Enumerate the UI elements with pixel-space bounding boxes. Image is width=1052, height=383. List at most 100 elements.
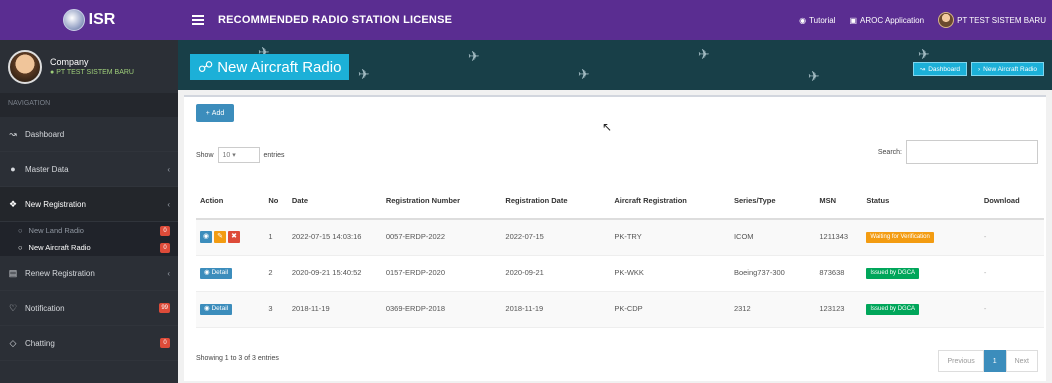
breadcrumb-current: › New Aircraft Radio (971, 62, 1044, 76)
row-msn: 1211343 (815, 219, 863, 256)
application-label: AROC Application (860, 15, 925, 25)
detail-button[interactable]: ◉ Detail (200, 267, 233, 279)
signal-icon: ❖ (8, 198, 18, 209)
registration-table: Action No Date Registration Number Regis… (196, 183, 1044, 328)
col-status[interactable]: Status (862, 183, 980, 220)
col-aircraft-registration[interactable]: Aircraft Registration (610, 183, 730, 220)
avatar (8, 49, 42, 84)
count-badge: 0 (160, 242, 170, 253)
status-cell: Issued by DGCA (862, 291, 980, 328)
chart-icon: ↝ (919, 66, 926, 73)
col-series-type[interactable]: Series/Type (729, 183, 816, 220)
info-icon: ◉ (799, 15, 807, 25)
row-download: - (979, 219, 1044, 256)
plane-icon: ✈ (358, 66, 370, 82)
brand-name: ISR (88, 11, 116, 28)
row-date: 2020-09-21 15:40:52 (287, 255, 382, 292)
page-title-text: New Aircraft Radio (217, 58, 342, 76)
chat-icon: ◇ (9, 337, 17, 348)
add-button[interactable]: + Add (196, 104, 234, 122)
action-cell: ◉ Detail (196, 291, 265, 328)
sidebar-subitem-label: New Land Radio (28, 226, 84, 235)
view-icon[interactable]: ◉ (200, 231, 212, 244)
breadcrumb-label: Dashboard (928, 65, 960, 73)
next-button[interactable]: Next (1005, 350, 1038, 372)
row-series-type: ICOM (729, 219, 816, 256)
page-length-select[interactable]: 10 ▾ (217, 147, 260, 163)
application-link[interactable]: ▣ AROC Application (849, 16, 924, 25)
sidebar-item-label: New Registration (25, 199, 86, 209)
plane-icon: ✈ (918, 46, 930, 62)
row-registration-number: 0057-ERDP-2022 (381, 219, 502, 256)
sidebar-item-label: Notification (25, 303, 65, 313)
sidebar-item-dashboard[interactable]: ↝ Dashboard (0, 117, 178, 152)
entries-label: entries (263, 151, 285, 159)
status-badge: Issued by DGCA (866, 268, 920, 279)
profile-company: ● PT TEST SISTEM BARU (50, 69, 134, 76)
breadcrumb-label: New Aircraft Radio (983, 65, 1037, 73)
col-date[interactable]: Date (287, 183, 382, 220)
sidebar-item-new-registration[interactable]: ❖ New Registration ‹ (0, 187, 178, 222)
data-panel: + Add Show 10 ▾ entries Search: Action N… (184, 95, 1046, 381)
row-series-type: 2312 (729, 291, 816, 328)
plane-icon: ✈ (468, 48, 480, 64)
row-registration-date: 2018-11-19 (501, 291, 611, 328)
previous-button[interactable]: Previous (938, 350, 984, 372)
row-series-type: Boeing737-300 (729, 255, 816, 292)
eye-icon: ◉ (204, 305, 210, 313)
detail-button[interactable]: ◉ Detail (200, 303, 233, 315)
eye-icon: ◉ (204, 269, 210, 277)
tutorial-link[interactable]: ◉ Tutorial (799, 16, 835, 25)
table-row: ◉ Detail 3 2018-11-19 0369-ERDP-2018 201… (196, 291, 1044, 328)
edit-icon[interactable]: ✎ (214, 231, 226, 244)
user-menu[interactable]: PT TEST SISTEM BARU (938, 12, 1046, 28)
sidebar: Company ● PT TEST SISTEM BARU NAVIGATION… (0, 40, 178, 383)
col-msn[interactable]: MSN (815, 183, 863, 220)
action-cell: ◉ Detail (196, 255, 265, 292)
col-registration-number[interactable]: Registration Number (381, 183, 502, 220)
col-registration-date[interactable]: Registration Date (501, 183, 611, 220)
row-aircraft-registration: PK-CDP (610, 291, 730, 328)
sidebar-item-renew-registration[interactable]: ▤ Renew Registration ‹ (0, 256, 178, 291)
breadcrumb-dashboard[interactable]: ↝ Dashboard (912, 62, 967, 76)
page-title: ☍ New Aircraft Radio (190, 54, 350, 80)
row-number: 1 (264, 219, 288, 256)
mouse-cursor-icon: ↖ (602, 120, 613, 134)
row-number: 3 (264, 291, 288, 328)
brand-logo[interactable]: ISR (0, 0, 178, 40)
sidebar-item-chatting[interactable]: ◇ Chatting 0 (0, 326, 178, 361)
circle-outline-icon: ○ (18, 226, 23, 235)
menu-toggle-icon[interactable] (192, 15, 204, 25)
sidebar-subitem-new-aircraft-radio[interactable]: ○ New Aircraft Radio 0 (0, 239, 178, 256)
count-badge: 0 (160, 338, 170, 348)
col-action[interactable]: Action (196, 183, 265, 220)
sidebar-subitem-label: New Aircraft Radio (28, 243, 91, 252)
breadcrumb: ↝ Dashboard › New Aircraft Radio (912, 62, 1044, 76)
col-download[interactable]: Download (979, 183, 1044, 220)
row-date: 2018-11-19 (287, 291, 382, 328)
sidebar-item-master-data[interactable]: ● Master Data ‹ (0, 152, 178, 187)
page-1-button[interactable]: 1 (983, 350, 1006, 372)
sidebar-subitem-new-land-radio[interactable]: ○ New Land Radio 0 (0, 222, 178, 239)
search-label: Search: (877, 148, 902, 156)
status-cell: Issued by DGCA (862, 255, 980, 292)
chevron-left-icon: ‹ (167, 164, 170, 174)
top-navbar: ISR RECOMMENDED RADIO STATION LICENSE ◉ … (0, 0, 1052, 40)
doc-icon: ▤ (8, 267, 18, 278)
page-length-value: 10 (222, 152, 231, 159)
row-number: 2 (264, 255, 288, 292)
delete-icon[interactable]: ✖ (228, 231, 240, 244)
sidebar-item-label: Renew Registration (25, 268, 95, 278)
sidebar-item-label: Master Data (25, 164, 69, 174)
pagination: Previous 1 Next (938, 350, 1038, 372)
row-msn: 873638 (815, 255, 863, 292)
page-banner: ✈ ✈ ✈ ✈ ✈ ✈ ✈ ☍ New Aircraft Radio ↝ Das… (178, 40, 1052, 90)
search-input[interactable] (906, 140, 1038, 164)
row-registration-date: 2020-09-21 (501, 255, 611, 292)
chevron-down-icon: ‹ (167, 199, 170, 209)
search-control: Search: (878, 140, 1038, 164)
sidebar-item-notification[interactable]: ♡ Notification 99 (0, 291, 178, 326)
sidebar-item-label: Dashboard (25, 129, 65, 139)
col-no[interactable]: No (264, 183, 288, 220)
user-avatar (938, 12, 955, 28)
